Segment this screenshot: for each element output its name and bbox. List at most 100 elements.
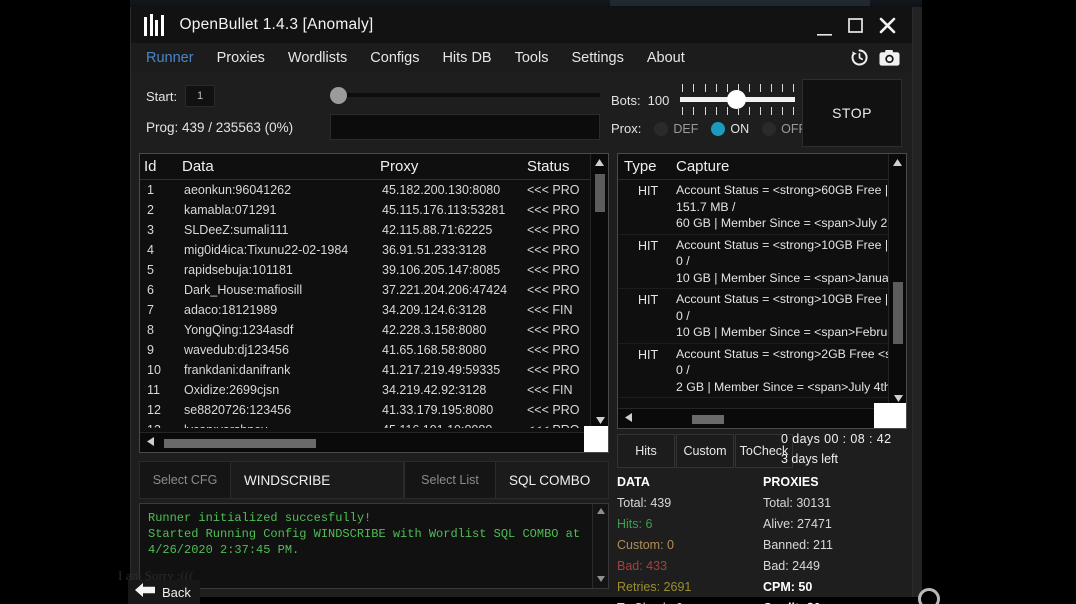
proxy-mode-def[interactable]: DEF [654,121,698,136]
cell-proxy: 41.65.168.58:8080 [382,343,487,357]
capture-row[interactable]: HIT Account Status = <strong>10GB Free | 0… [618,289,906,344]
back-button[interactable]: Back [128,580,200,604]
runner-content: Id Data Proxy Status 1 aeonkun:96041262 45… [131,153,914,604]
select-list-button[interactable]: Select List [404,461,496,499]
table-row[interactable]: 6 Dark_House:mafiosill 37.221.204.206:4742… [140,280,608,300]
close-icon[interactable] [879,17,896,34]
menu-item-settings[interactable]: Settings [571,50,623,66]
history-icon[interactable] [850,48,869,67]
table-row[interactable]: 13lycan:varshney45.116.191.10:8080<<< PR… [140,420,608,428]
capture-row[interactable]: HIT Account Status = <strong>60GB Free | 1… [618,180,906,235]
capture-horizontal-scroll-thumb[interactable] [692,415,724,424]
log-scrollbar[interactable] [592,504,608,588]
table-row[interactable]: 10 frankdani:danifrank 41.217.219.49:59335… [140,360,608,380]
capture-vertical-scroll-thumb[interactable] [893,282,903,344]
stats-data-lines: Total: 439 Hits: 6 Custom: 0 Bad: 433 Retrie… [617,496,763,604]
menu-item-runner[interactable]: Runner [146,50,194,66]
start-slider[interactable] [330,83,600,107]
table-row[interactable]: 2 kamabla:071291 45.115.176.113:53281 <<< P… [140,200,608,220]
capture-row[interactable]: HIT Account Status = <strong>10GB Free | 0… [618,235,906,289]
capture-vertical-scrollbar[interactable] [888,154,906,406]
table-row[interactable]: 1 aeonkun:96041262 45.182.200.130:8080 <<< … [140,180,608,200]
selected-list-value[interactable]: SQL COMBO [496,461,609,499]
selected-config-value[interactable]: WINDSCRIBE [231,461,404,499]
runner-toolbar: Start: 1 Prog: 439 / 235563 (0%) Bots: 1… [131,72,912,153]
capture-row[interactable]: HIT Account Status = <strong>2GB Free <s 0… [618,344,906,398]
app-logo-icon [144,14,164,36]
log-scroll-down-icon[interactable] [593,572,608,586]
proxy-mode-on[interactable]: ON [711,121,749,136]
start-slider-thumb[interactable] [330,87,347,104]
config-selection-row: Select CFG WINDSCRIBE Select List SQL CO… [139,461,609,499]
cell-id: 2 [147,203,154,217]
capture-scroll-up-icon[interactable] [889,154,906,170]
stop-button[interactable]: STOP [802,79,902,147]
scroll-up-icon[interactable] [591,154,608,170]
data-grid-header: Id Data Proxy Status [140,154,608,180]
bots-control: Bots: 100 [611,84,796,116]
cell-status: <<< PRO [527,363,580,377]
cell-status: <<< FIN [527,303,573,317]
camera-icon[interactable] [879,49,900,67]
table-row[interactable]: 12 se8820726:123456 41.33.179.195:8080 <<< … [140,400,608,420]
capture-line: Account Status = <strong>10GB Free | [676,237,889,252]
cell-id: 7 [147,303,154,317]
table-row[interactable]: 7 adaco:18121989 34.209.124.6:3128 <<< FIN [140,300,608,320]
stat-proxy-alive: Alive: 27471 [763,517,832,531]
horizontal-scroll-track[interactable] [160,433,588,452]
timer-elapsed: 0 days 00 : 08 : 42 [781,432,892,446]
capture-line: 10 GB | Member Since = <span>January [676,270,899,285]
capture-scroll-left-icon[interactable] [618,410,638,428]
table-row[interactable]: 11 Oxidize:2699cjsn 34.219.42.92:3128 <<< F… [140,380,608,400]
column-header-capture[interactable]: Capture [676,158,729,175]
data-grid-vertical-scrollbar[interactable] [590,154,608,428]
bots-slider[interactable] [680,84,796,116]
minimize-icon[interactable] [817,22,832,39]
start-control: Start: 1 [146,85,216,107]
capture-text: Account Status = <strong>2GB Free <s 0 / 2… [676,346,906,396]
menu-item-tools[interactable]: Tools [515,50,549,66]
cell-proxy: 41.217.219.49:59335 [382,363,501,377]
table-row[interactable]: 9 wavedub:dj123456 41.65.168.58:8080 <<< PR… [140,340,608,360]
table-row[interactable]: 8 YongQing:1234asdf 42.228.3.158:8080 <<< P… [140,320,608,340]
table-row[interactable]: 4 mig0id4ica:Tixunu22-02-1984 36.91.51.233… [140,240,608,260]
menu-item-hits-db[interactable]: Hits DB [442,50,491,66]
cell-status: <<< PRO [527,283,580,297]
tab-hits[interactable]: Hits [617,434,675,468]
column-header-id[interactable]: Id [144,158,182,175]
scroll-left-icon[interactable] [140,434,160,452]
tab-custom[interactable]: Custom [676,434,734,468]
capture-horizontal-scroll-track[interactable] [638,409,886,428]
bots-label: Bots: [611,92,641,108]
start-slider-track [330,93,600,97]
menu-item-about[interactable]: About [647,50,685,66]
cell-data: Dark_House:mafiosill [184,283,303,297]
start-input[interactable]: 1 [185,85,216,107]
table-row[interactable]: 5 rapidsebuja:101181 39.106.205.147:8085 <<… [140,260,608,280]
horizontal-scroll-thumb[interactable] [164,439,316,448]
radio-dot-def [654,121,669,136]
bots-value: 100 [647,92,670,108]
column-header-proxy[interactable]: Proxy [380,158,527,175]
maximize-icon[interactable] [848,17,863,33]
column-header-data[interactable]: Data [182,158,380,175]
cell-status: <<< FIN [527,383,573,397]
capture-text: Account Status = <strong>10GB Free | 0 / 1… [676,291,906,341]
vertical-scroll-thumb[interactable] [595,174,605,212]
log-line: 4/26/2020 2:37:45 PM. [148,543,300,557]
data-grid-horizontal-scrollbar[interactable] [140,432,608,452]
cell-data: se8820726:123456 [184,403,292,417]
proxy-mode-off[interactable]: OFF [762,121,806,136]
stat-proxy-banned: Banned: 211 [763,538,833,552]
select-cfg-button[interactable]: Select CFG [139,461,231,499]
column-header-type[interactable]: Type [624,158,676,175]
log-scroll-up-icon[interactable] [593,504,608,518]
menu-item-proxies[interactable]: Proxies [217,50,265,66]
column-header-status[interactable]: Status [527,158,597,175]
capture-horizontal-scrollbar[interactable] [618,408,906,428]
capture-line: 0 / [676,254,690,268]
menu-item-configs[interactable]: Configs [370,50,419,66]
menu-item-wordlists[interactable]: Wordlists [288,50,347,66]
table-row[interactable]: 3 SLDeeZ:sumali111 42.115.88.71:62225 <<< P… [140,220,608,240]
cell-proxy: 45.182.200.130:8080 [382,183,501,197]
